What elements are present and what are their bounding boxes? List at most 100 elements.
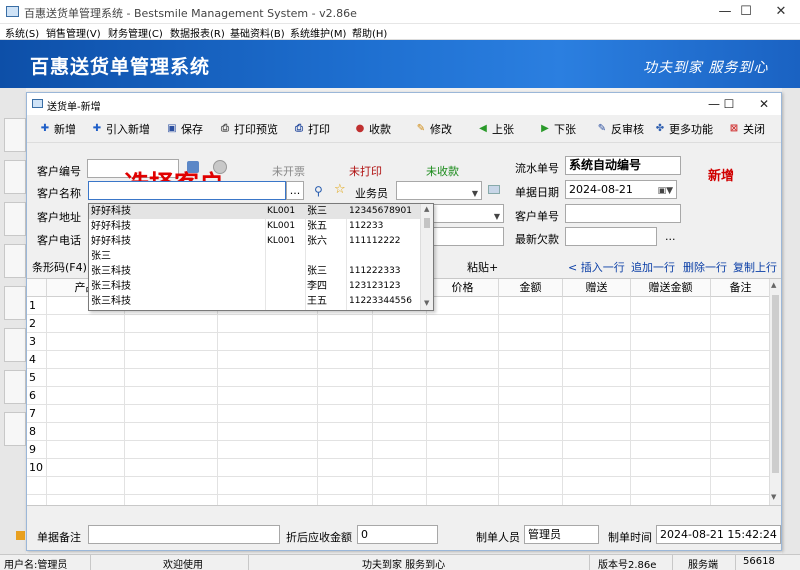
grid-header-gift[interactable]: 赠送 <box>563 279 631 297</box>
nav-tile[interactable] <box>4 244 26 278</box>
latest-debt-more-button[interactable]: ... <box>665 230 676 243</box>
customer-suggestion-list[interactable]: 好好科技 KL001 张三 12345678901 好好科技 KL001 张五 … <box>88 203 434 311</box>
insert-row-button[interactable]: < 插入一行 <box>568 259 625 275</box>
nav-tile[interactable] <box>4 118 26 152</box>
suggestion-scrollbar[interactable]: ▲ ▼ <box>420 204 433 310</box>
list-item-name: 张三科技 <box>91 296 131 307</box>
list-item[interactable]: 张三科技 李四 123123123 <box>89 279 421 294</box>
create-time-label: 制单时间 <box>608 531 652 544</box>
customer-name-input[interactable] <box>88 181 286 200</box>
list-item[interactable]: 好好科技 KL001 张六 111112222 <box>89 234 421 249</box>
table-row[interactable]: 2 <box>27 315 771 333</box>
nav-tile[interactable] <box>4 412 26 446</box>
status-separator <box>589 555 590 570</box>
remark-input[interactable] <box>88 525 280 544</box>
app-title: 百惠送货单管理系统 - Bestsmile Management System … <box>24 7 357 20</box>
grid-scroll-thumb[interactable] <box>772 295 779 473</box>
nav-tile[interactable] <box>4 286 26 320</box>
create-time-input: 2024-08-21 15:42:24 <box>656 525 781 544</box>
list-item-contact: 张五 <box>307 221 327 232</box>
salesman-select[interactable]: ▼ <box>396 181 482 200</box>
save-button[interactable]: ▣ 保存 <box>166 121 203 137</box>
edit-button[interactable]: ✎ 修改 <box>415 121 452 137</box>
delete-row-button[interactable]: 删除一行 <box>683 259 727 275</box>
status-separator <box>248 555 249 570</box>
menu-reports[interactable]: 数据报表(R) <box>170 25 225 40</box>
more-functions-button[interactable]: ✤ 更多功能 <box>654 121 713 137</box>
table-row[interactable] <box>27 477 771 495</box>
close-window-button[interactable]: ✕ <box>766 0 796 24</box>
scroll-up-icon[interactable]: ▲ <box>424 205 429 213</box>
unaudit-button[interactable]: ✎ 反审核 <box>596 121 644 137</box>
row-number: 5 <box>29 371 36 384</box>
table-row[interactable]: 6 <box>27 387 771 405</box>
invoice-status: 未开票 <box>272 165 305 178</box>
scroll-down-icon[interactable]: ▼ <box>771 493 776 501</box>
close-button-label: 关闭 <box>743 123 765 136</box>
list-item-contact: 王五 <box>307 296 327 307</box>
list-item[interactable]: 张三科技 张三 111222333 <box>89 264 421 279</box>
import-new-button[interactable]: ✚ 引入新增 <box>91 121 150 137</box>
menu-sales[interactable]: 销售管理(V) <box>46 25 101 40</box>
customer-browse-button[interactable]: ... <box>286 181 304 200</box>
grid-header-amount[interactable]: 金额 <box>499 279 563 297</box>
table-row[interactable]: 10 <box>27 459 771 477</box>
menu-help[interactable]: 帮助(H) <box>352 25 387 40</box>
grid-vertical-scrollbar[interactable]: ▲ ▼ <box>769 279 781 505</box>
dialog-title: 送货单-新增 <box>47 102 101 113</box>
salesman-label: 业务员 <box>355 187 388 200</box>
nav-tile[interactable] <box>4 202 26 236</box>
print-preview-button[interactable]: ⎙ 打印预览 <box>219 121 278 137</box>
eraser-icon[interactable] <box>488 185 500 194</box>
menu-basic-data[interactable]: 基础资料(B) <box>230 25 285 40</box>
print-preview-button-label: 打印预览 <box>234 123 278 136</box>
table-row[interactable]: 5 <box>27 369 771 387</box>
next-button[interactable]: ▶ 下张 <box>539 121 576 137</box>
serial-number-input[interactable]: 系统自动编号 <box>565 156 681 175</box>
table-row[interactable]: 9 <box>27 441 771 459</box>
paste-button[interactable]: 粘贴+ <box>467 259 498 275</box>
close-button[interactable]: ⊠ 关闭 <box>728 121 765 137</box>
next-button-label: 下张 <box>554 123 576 136</box>
table-row[interactable]: 7 <box>27 405 771 423</box>
dialog-maximize-button[interactable]: ☐ <box>716 93 742 115</box>
list-item[interactable]: 好好科技 KL001 张三 12345678901 <box>89 204 421 219</box>
items-grid[interactable]: 产品 价格 金额 赠送 赠送金额 备注 1 2 3 4 5 6 7 8 9 10… <box>27 278 781 506</box>
customer-order-input[interactable] <box>565 204 681 223</box>
save-icon: ▣ <box>167 123 177 134</box>
menu-finance[interactable]: 财务管理(C) <box>108 25 163 40</box>
search-icon[interactable]: ⚲ <box>314 184 323 198</box>
scroll-down-icon[interactable]: ▼ <box>424 299 429 307</box>
nav-tile[interactable] <box>4 328 26 362</box>
suggestion-scroll-thumb[interactable] <box>424 218 430 228</box>
grid-header-price[interactable]: 价格 <box>427 279 499 297</box>
append-row-button[interactable]: 追加一行 <box>631 259 675 275</box>
table-row[interactable]: 3 <box>27 333 771 351</box>
nav-tile[interactable] <box>4 160 26 194</box>
list-item[interactable]: 张三科技 王五 11223344556 <box>89 294 421 309</box>
collect-button[interactable]: ● 收款 <box>354 121 391 137</box>
grid-header-remark[interactable]: 备注 <box>711 279 771 297</box>
table-row[interactable]: 8 <box>27 423 771 441</box>
nav-tile[interactable] <box>4 370 26 404</box>
list-item-name: 好好科技 <box>91 206 131 217</box>
grid-header-gift-amount[interactable]: 赠送金额 <box>631 279 711 297</box>
table-row[interactable]: 4 <box>27 351 771 369</box>
prev-button[interactable]: ◀ 上张 <box>477 121 514 137</box>
dialog-title-bar: 送货单-新增 — ☐ ✕ <box>27 93 781 115</box>
menu-system[interactable]: 系统(S) <box>5 25 39 40</box>
status-user: 用户名:管理员 <box>4 560 68 570</box>
status-separator <box>90 555 91 570</box>
maximize-button[interactable]: ☐ <box>731 0 761 24</box>
star-icon[interactable]: ☆ <box>334 182 346 197</box>
list-item[interactable]: 好好科技 KL001 张五 112233 <box>89 219 421 234</box>
menu-maintenance[interactable]: 系统维护(M) <box>290 25 346 40</box>
new-button[interactable]: ✚ 新增 <box>39 121 76 137</box>
copy-up-row-button[interactable]: 复制上行 <box>733 259 777 275</box>
collect-button-label: 收款 <box>369 123 391 136</box>
document-date-picker[interactable]: 2024-08-21 ▣▼ <box>565 180 677 199</box>
dialog-close-button[interactable]: ✕ <box>751 93 777 115</box>
list-item[interactable]: 张三 <box>89 249 421 264</box>
print-button[interactable]: ⎙ 打印 <box>293 121 330 137</box>
scroll-up-icon[interactable]: ▲ <box>771 281 776 289</box>
